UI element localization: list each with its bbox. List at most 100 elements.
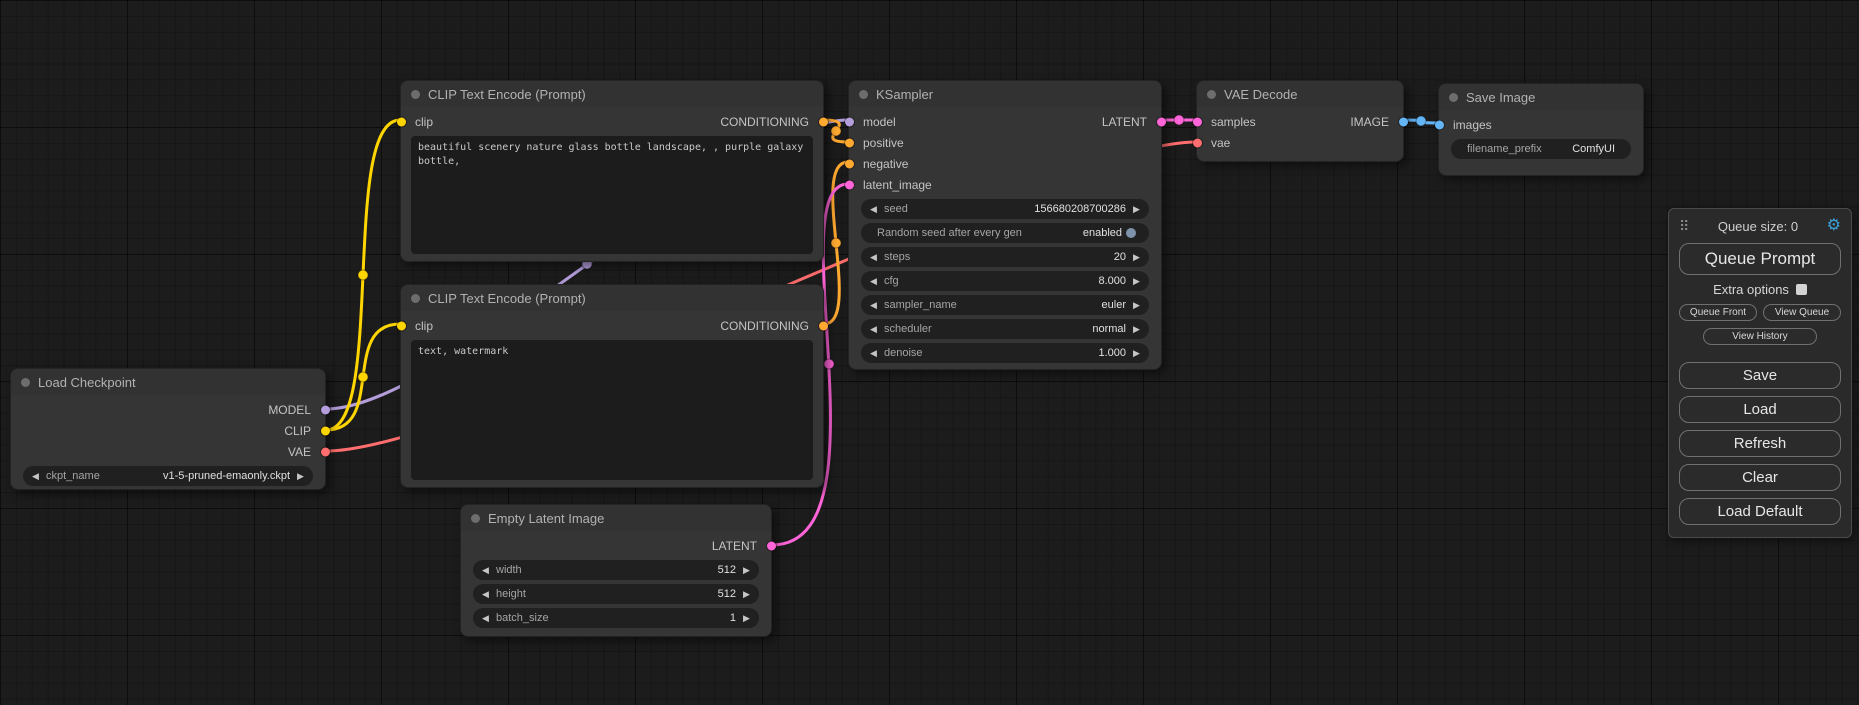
slot-row: images <box>1439 114 1643 135</box>
output-label-vae: VAE <box>288 445 311 459</box>
clear-button[interactable]: Clear <box>1679 464 1841 491</box>
output-slot-clip[interactable] <box>321 426 330 435</box>
output-slot-conditioning[interactable] <box>819 117 828 126</box>
collapse-dot-icon[interactable] <box>411 294 420 303</box>
refresh-button[interactable]: Refresh <box>1679 430 1841 457</box>
node-save-image[interactable]: Save Image images filename_prefix ComfyU… <box>1438 83 1644 176</box>
slot-row: negative <box>849 153 1161 174</box>
widget-value: enabled <box>1083 227 1122 239</box>
node-titlebar[interactable]: Empty Latent Image <box>461 505 771 531</box>
decrement-icon[interactable]: ◀ <box>479 566 492 575</box>
prev-value-icon[interactable]: ◀ <box>29 472 42 481</box>
slot-row: samples IMAGE <box>1197 111 1403 132</box>
widget-seed[interactable]: ◀ seed 156680208700286 ▶ <box>861 199 1149 219</box>
collapse-dot-icon[interactable] <box>1207 90 1216 99</box>
settings-gear-icon[interactable]: ⚙ <box>1827 218 1841 234</box>
widget-batch-size[interactable]: ◀ batch_size 1 ▶ <box>473 608 759 628</box>
queue-prompt-button[interactable]: Queue Prompt <box>1679 243 1841 275</box>
prev-value-icon[interactable]: ◀ <box>867 325 880 334</box>
input-slot-negative[interactable] <box>845 159 854 168</box>
slot-row: vae <box>1197 132 1403 153</box>
output-slot-latent[interactable] <box>767 541 776 550</box>
input-slot-model[interactable] <box>845 117 854 126</box>
next-value-icon[interactable]: ▶ <box>1130 301 1143 310</box>
widget-ckpt-name[interactable]: ◀ ckpt_name v1-5-pruned-emaonly.ckpt ▶ <box>23 466 313 486</box>
widget-steps[interactable]: ◀ steps 20 ▶ <box>861 247 1149 267</box>
input-slot-clip[interactable] <box>397 117 406 126</box>
output-label-conditioning: CONDITIONING <box>720 115 809 129</box>
node-clip-text-encode-positive[interactable]: CLIP Text Encode (Prompt) clip CONDITION… <box>400 80 824 262</box>
increment-icon[interactable]: ▶ <box>1130 349 1143 358</box>
output-slot-model[interactable] <box>321 405 330 414</box>
output-slot-vae[interactable] <box>321 447 330 456</box>
widget-name: ckpt_name <box>46 470 100 482</box>
decrement-icon[interactable]: ◀ <box>867 205 880 214</box>
widget-width[interactable]: ◀ width 512 ▶ <box>473 560 759 580</box>
collapse-dot-icon[interactable] <box>411 90 420 99</box>
prev-value-icon[interactable]: ◀ <box>867 301 880 310</box>
increment-icon[interactable]: ▶ <box>740 614 753 623</box>
view-history-button[interactable]: View History <box>1703 328 1816 345</box>
node-titlebar[interactable]: Load Checkpoint <box>11 369 325 395</box>
node-titlebar[interactable]: CLIP Text Encode (Prompt) <box>401 81 823 107</box>
collapse-dot-icon[interactable] <box>471 514 480 523</box>
widget-filename-prefix[interactable]: filename_prefix ComfyUI <box>1451 139 1631 159</box>
node-titlebar[interactable]: Save Image <box>1439 84 1643 110</box>
save-button[interactable]: Save <box>1679 362 1841 389</box>
queue-front-button[interactable]: Queue Front <box>1679 304 1757 321</box>
decrement-icon[interactable]: ◀ <box>479 590 492 599</box>
widget-scheduler[interactable]: ◀ scheduler normal ▶ <box>861 319 1149 339</box>
input-slot-samples[interactable] <box>1193 117 1202 126</box>
input-slot-images[interactable] <box>1435 120 1444 129</box>
widget-sampler-name[interactable]: ◀ sampler_name euler ▶ <box>861 295 1149 315</box>
decrement-icon[interactable]: ◀ <box>867 277 880 286</box>
input-slot-positive[interactable] <box>845 138 854 147</box>
node-titlebar[interactable]: VAE Decode <box>1197 81 1403 107</box>
increment-icon[interactable]: ▶ <box>1130 277 1143 286</box>
comfyui-menu-panel: ⠿ Queue size: 0 ⚙ Queue Prompt Extra opt… <box>1668 208 1852 538</box>
output-slot-latent[interactable] <box>1157 117 1166 126</box>
extra-options-checkbox[interactable] <box>1796 284 1807 295</box>
widget-value: 8.000 <box>1098 275 1126 287</box>
widget-height[interactable]: ◀ height 512 ▶ <box>473 584 759 604</box>
decrement-icon[interactable]: ◀ <box>867 253 880 262</box>
widget-control-after-generate[interactable]: Random seed after every gen enabled <box>861 223 1149 243</box>
view-queue-button[interactable]: View Queue <box>1763 304 1841 321</box>
widget-cfg[interactable]: ◀ cfg 8.000 ▶ <box>861 271 1149 291</box>
decrement-icon[interactable]: ◀ <box>479 614 492 623</box>
collapse-dot-icon[interactable] <box>21 378 30 387</box>
prompt-textarea[interactable]: text, watermark <box>411 340 813 480</box>
input-slot-vae[interactable] <box>1193 138 1202 147</box>
widget-name: denoise <box>884 347 923 359</box>
load-button[interactable]: Load <box>1679 396 1841 423</box>
node-load-checkpoint[interactable]: Load Checkpoint MODEL CLIP VAE ◀ ckpt_na… <box>10 368 326 490</box>
toggle-on-indicator[interactable] <box>1126 228 1136 238</box>
node-titlebar[interactable]: CLIP Text Encode (Prompt) <box>401 285 823 311</box>
node-clip-text-encode-negative[interactable]: CLIP Text Encode (Prompt) clip CONDITION… <box>400 284 824 488</box>
increment-icon[interactable]: ▶ <box>740 566 753 575</box>
output-label-model: MODEL <box>268 403 311 417</box>
increment-icon[interactable]: ▶ <box>1130 205 1143 214</box>
decrement-icon[interactable]: ◀ <box>867 349 880 358</box>
collapse-dot-icon[interactable] <box>1449 93 1458 102</box>
next-value-icon[interactable]: ▶ <box>294 472 307 481</box>
output-slot-image[interactable] <box>1399 117 1408 126</box>
output-slot-conditioning[interactable] <box>819 321 828 330</box>
prompt-textarea[interactable]: beautiful scenery nature glass bottle la… <box>411 136 813 254</box>
drag-handle-icon[interactable]: ⠿ <box>1679 218 1689 235</box>
node-empty-latent-image[interactable]: Empty Latent Image LATENT ◀ width 512 ▶ … <box>460 504 772 637</box>
next-value-icon[interactable]: ▶ <box>1130 325 1143 334</box>
node-graph-canvas[interactable]: Load Checkpoint MODEL CLIP VAE ◀ ckpt_na… <box>0 0 1859 705</box>
slot-row: VAE <box>11 441 325 462</box>
increment-icon[interactable]: ▶ <box>740 590 753 599</box>
node-titlebar[interactable]: KSampler <box>849 81 1161 107</box>
input-slot-latent-image[interactable] <box>845 180 854 189</box>
link-empty-latent-dot <box>824 359 834 369</box>
widget-denoise[interactable]: ◀ denoise 1.000 ▶ <box>861 343 1149 363</box>
input-slot-clip[interactable] <box>397 321 406 330</box>
increment-icon[interactable]: ▶ <box>1130 253 1143 262</box>
node-ksampler[interactable]: KSampler model LATENT positive negative … <box>848 80 1162 370</box>
load-default-button[interactable]: Load Default <box>1679 498 1841 525</box>
collapse-dot-icon[interactable] <box>859 90 868 99</box>
node-vae-decode[interactable]: VAE Decode samples IMAGE vae <box>1196 80 1404 162</box>
